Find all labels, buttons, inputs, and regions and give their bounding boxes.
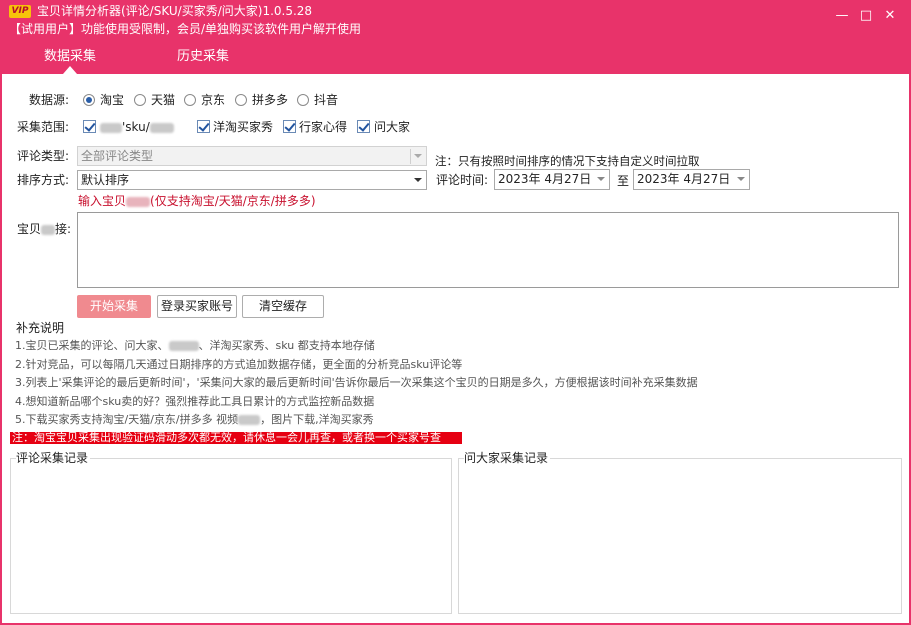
redacted-text (126, 196, 151, 207)
checkbox-expert-review-label: 行家心得 (299, 120, 348, 134)
radio-taobao[interactable] (83, 94, 95, 106)
redacted-text (149, 122, 174, 133)
date-to-label: 至 (617, 174, 630, 188)
window-border-left (0, 74, 2, 625)
maximize-button[interactable]: □ (856, 8, 876, 24)
tab-bar: 数据采集 历史采集 (0, 40, 911, 74)
checkbox-ask-everyone-label: 问大家 (374, 120, 411, 134)
clear-cache-button[interactable]: 清空缓存 (242, 295, 324, 318)
checkbox-sku[interactable] (83, 120, 96, 133)
input-hint: 输入宝贝 (仅支持淘宝/天猫/京东/拼多多) (78, 194, 316, 208)
radio-jd-label: 京东 (201, 93, 226, 107)
note-line-1: 1.宝贝已采集的评论、问大家、 、洋淘买家秀、sku 都支持本地存储 (15, 339, 375, 352)
title-bar: VIP 宝贝详情分析器(评论/SKU/买家秀/问大家)1.0.5.28 【试用用… (0, 0, 911, 40)
login-buyer-account-button[interactable]: 登录买家账号 (157, 295, 237, 318)
chevron-down-icon (414, 154, 422, 158)
tab-history[interactable]: 历史采集 (177, 49, 229, 65)
date-from-value: 2023年 4月27日 (498, 172, 592, 186)
radio-tmall-label: 天猫 (151, 93, 176, 107)
question-records-panel[interactable] (458, 458, 902, 614)
product-link-input[interactable] (77, 212, 899, 288)
captcha-warning: 注：淘宝宝贝采集出现验证码滑动多次都无效，请休息一会儿再查，或者换一个买家号查 (10, 432, 462, 444)
vip-badge: VIP (9, 5, 31, 18)
source-label: 数据源: (29, 93, 70, 107)
notes-title: 补充说明 (16, 321, 65, 335)
comment-records-title: 评论采集记录 (16, 451, 91, 465)
trial-notice: 【试用用户】功能使用受限制，会员/单独购买该软件用户解开使用 (9, 22, 362, 36)
comment-type-value: 全部评论类型 (81, 149, 154, 163)
active-tab-indicator (63, 66, 77, 74)
select-separator (410, 149, 411, 164)
radio-tmall[interactable] (134, 94, 146, 106)
radio-pinduoduo-label: 拼多多 (252, 93, 289, 107)
chevron-down-icon (597, 177, 605, 181)
product-link-label: 宝贝 接: (17, 222, 72, 236)
sort-select[interactable]: 默认排序 (77, 170, 427, 190)
checkbox-ask-everyone[interactable] (357, 120, 370, 133)
checkbox-sku-label: 'sku/ (100, 119, 174, 135)
minimize-button[interactable]: — (832, 8, 852, 24)
chevron-down-icon (414, 178, 422, 182)
chevron-down-icon (737, 177, 745, 181)
note-line-2: 2.针对竞品，可以每隔几天通过日期排序的方式追加数据存储，更全面的分析竞品sku… (15, 358, 463, 371)
window-title: 宝贝详情分析器(评论/SKU/买家秀/问大家)1.0.5.28 (37, 4, 313, 18)
redacted-text (100, 122, 122, 133)
redacted-text (238, 415, 261, 425)
radio-taobao-label: 淘宝 (100, 93, 125, 107)
start-collection-button[interactable]: 开始采集 (77, 295, 151, 318)
question-records-title: 问大家采集记录 (464, 451, 551, 465)
comment-type-label: 评论类型: (17, 149, 70, 163)
redacted-text (41, 224, 56, 235)
sort-label: 排序方式: (17, 173, 70, 187)
date-from-picker[interactable]: 2023年 4月27日 (494, 169, 610, 190)
note-line-3: 3.列表上'采集评论的最后更新时间'，'采集问大家的最后更新时间'告诉你最后一次… (15, 376, 698, 389)
checkbox-buyer-show[interactable] (197, 120, 210, 133)
comment-type-select[interactable]: 全部评论类型 (77, 146, 427, 166)
date-to-value: 2023年 4月27日 (637, 172, 731, 186)
comment-time-label: 评论时间: (436, 173, 489, 187)
radio-douyin-label: 抖音 (314, 93, 339, 107)
tab-data-collection[interactable]: 数据采集 (44, 49, 96, 65)
checkbox-expert-review[interactable] (283, 120, 296, 133)
note-line-5: 5.下载买家秀支持淘宝/天猫/京东/拼多多 视频 ，图片下载,洋淘买家秀 (15, 413, 374, 426)
scope-label: 采集范围: (17, 120, 70, 134)
note-line-4: 4.想知道新品哪个sku卖的好？强烈推荐此工具日累计的方式监控新品数据 (15, 395, 375, 408)
date-to-picker[interactable]: 2023年 4月27日 (633, 169, 750, 190)
close-button[interactable]: ✕ (880, 8, 900, 24)
radio-douyin[interactable] (297, 94, 309, 106)
redacted-text (168, 341, 199, 351)
checkbox-buyer-show-label: 洋淘买家秀 (213, 120, 274, 134)
comment-records-panel[interactable] (10, 458, 452, 614)
sort-value: 默认排序 (81, 173, 130, 187)
radio-jd[interactable] (184, 94, 196, 106)
radio-pinduoduo[interactable] (235, 94, 247, 106)
comment-type-note: 注：只有按照时间排序的情况下支持自定义时间拉取 (435, 154, 700, 168)
